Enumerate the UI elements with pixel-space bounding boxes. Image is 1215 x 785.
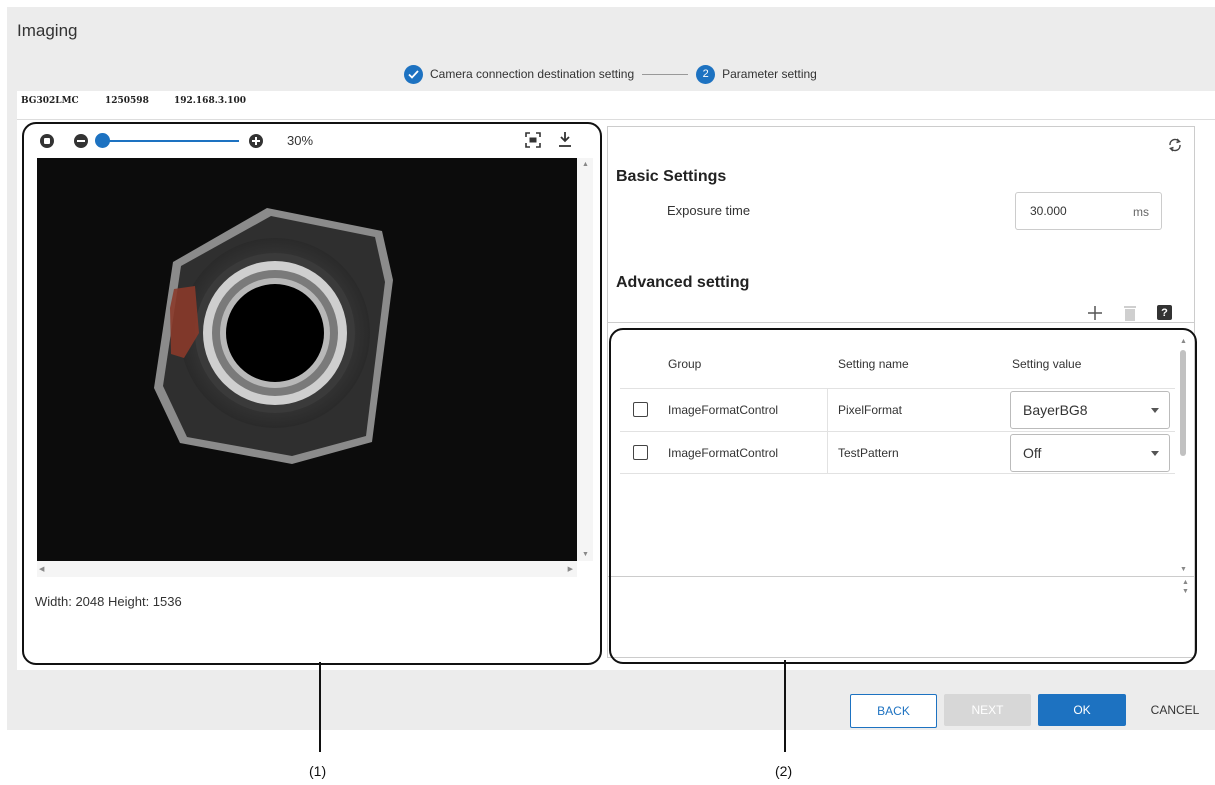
callout-label-1: (1): [309, 763, 327, 779]
exposure-time-label: Exposure time: [667, 203, 751, 218]
callout-box-2: [609, 328, 1197, 664]
step-connector: [642, 73, 689, 75]
next-button[interactable]: NEXT: [944, 694, 1031, 726]
exposure-time-value: 30.000: [1030, 204, 1067, 218]
step-camera-connection: Camera connection destination setting: [430, 67, 635, 81]
step-number-badge: 2: [696, 64, 716, 84]
advanced-divider: [607, 322, 1194, 323]
callout-leader-1: [319, 662, 321, 752]
callout-box-1: [22, 122, 602, 665]
basic-settings-heading: Basic Settings: [616, 168, 727, 185]
exposure-time-input[interactable]: 30.000 ms: [1015, 192, 1162, 230]
help-icon[interactable]: ?: [1157, 305, 1172, 320]
camera-info-bar: BG302LMC 1250598 192.168.3.100: [17, 91, 1215, 120]
callout-leader-2: [784, 660, 786, 752]
refresh-icon[interactable]: [1167, 137, 1183, 158]
dialog-title: Imaging: [17, 21, 78, 40]
advanced-setting-heading: Advanced setting: [616, 274, 750, 291]
back-button[interactable]: BACK: [850, 694, 937, 728]
cancel-button[interactable]: CANCEL: [1140, 694, 1210, 726]
check-icon: [404, 64, 423, 84]
exposure-time-unit: ms: [1133, 205, 1149, 219]
ok-button[interactable]: OK: [1038, 694, 1126, 726]
wizard-stepper: Camera connection destination setting 2 …: [404, 63, 817, 85]
camera-serial: 1250598: [105, 96, 149, 106]
step-parameter-setting: Parameter setting: [722, 67, 817, 81]
camera-model: BG302LMC: [21, 96, 79, 106]
callout-label-2: (2): [775, 763, 793, 779]
camera-ip: 192.168.3.100: [174, 96, 247, 106]
